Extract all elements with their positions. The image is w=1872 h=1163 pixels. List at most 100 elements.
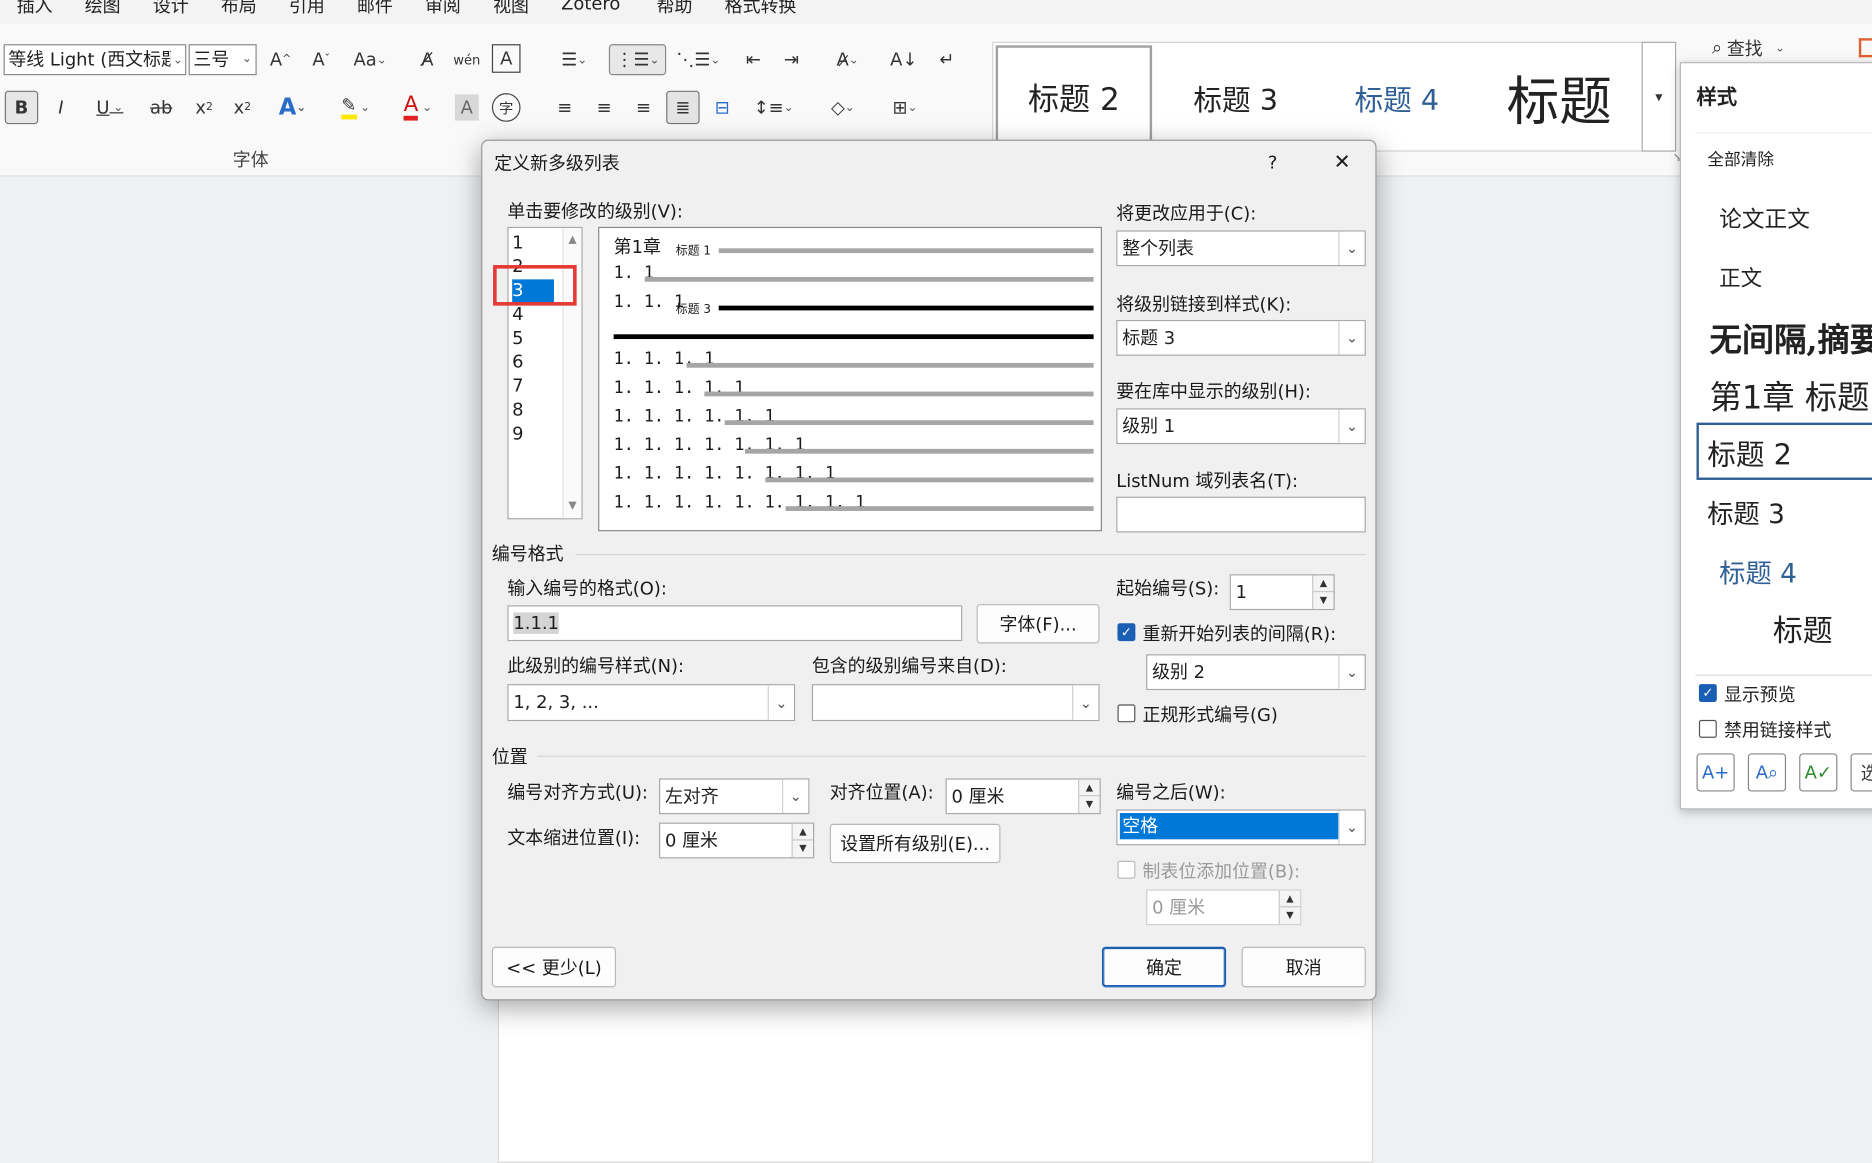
multilevel-list-icon[interactable]: ⋱☰ ⌄	[673, 44, 723, 75]
tab-stop-checkbox[interactable]	[1117, 860, 1136, 879]
restart-checkbox[interactable]: ✓	[1117, 623, 1136, 642]
subscript-button[interactable]: x2	[189, 92, 220, 123]
strikethrough-button[interactable]: ab	[146, 92, 177, 123]
chevron-down-icon[interactable]: ⌄	[1338, 655, 1365, 689]
ok-button[interactable]: 确定	[1101, 946, 1227, 988]
bullets-icon[interactable]: ☰ ⌄	[549, 44, 599, 75]
grow-font-icon[interactable]: A ^	[265, 44, 296, 75]
menu-draw[interactable]: 绘图	[85, 0, 121, 18]
show-preview-checkbox[interactable]: ✓	[1698, 684, 1717, 703]
char-border-icon[interactable]: A	[491, 44, 521, 73]
style-normal[interactable]: 正文	[1719, 261, 1762, 292]
listnum-input[interactable]	[1116, 496, 1366, 533]
level-item[interactable]: 9	[512, 423, 523, 444]
style-heading-1[interactable]: 第1章 标题	[1710, 371, 1870, 418]
menu-references[interactable]: 引用	[289, 0, 325, 18]
style-inspector-icon[interactable]: A⌕	[1747, 753, 1787, 792]
style-thesis-body[interactable]: 论文正文	[1719, 202, 1810, 234]
style-heading-3[interactable]: 标题 3	[1707, 493, 1785, 531]
close-icon[interactable]: ✕	[1334, 150, 1351, 174]
distributed-icon[interactable]: ⊟	[707, 92, 738, 123]
level-item[interactable]: 5	[512, 327, 523, 348]
spinner-arrows[interactable]: ▲ ▼	[1278, 890, 1301, 925]
align-dropdown[interactable]: 左对齐 ⌄	[659, 778, 810, 815]
chinese-layout-icon[interactable]: A̷ ⌄	[821, 44, 874, 75]
chevron-down-icon[interactable]: ⌄	[781, 779, 809, 814]
scroll-down-icon[interactable]: ▼	[564, 500, 582, 512]
bold-button[interactable]: B	[4, 90, 39, 125]
chevron-down-icon[interactable]: ⌄	[1338, 321, 1365, 355]
help-button[interactable]: ?	[1268, 152, 1278, 173]
level-item[interactable]: 1	[512, 232, 523, 253]
level-item[interactable]: 4	[512, 303, 523, 324]
align-left-icon[interactable]: ≡	[549, 92, 580, 123]
set-all-levels-button[interactable]: 设置所有级别(E)...	[829, 823, 1001, 864]
include-level-dropdown[interactable]: ⌄	[811, 684, 1100, 722]
menu-help[interactable]: 帮助	[657, 0, 693, 18]
font-size-dropdown[interactable]: 三号 ⌄	[188, 44, 257, 76]
spinner-arrows[interactable]: ▲ ▼	[1078, 779, 1100, 814]
align-right-icon[interactable]: ≡	[628, 92, 659, 123]
shading-icon[interactable]: ◇ ⌄	[817, 92, 870, 123]
disable-linked-checkbox[interactable]	[1698, 719, 1717, 738]
chevron-down-icon[interactable]: ⌄	[1338, 231, 1365, 266]
spinner-arrows[interactable]: ▲ ▼	[791, 823, 814, 858]
borders-icon[interactable]: ⊞ ⌄	[879, 92, 932, 123]
align-at-spinner[interactable]: 0 厘米 ▲ ▼	[945, 778, 1101, 815]
font-color-icon[interactable]: A ⌄	[392, 92, 445, 123]
font-name-dropdown[interactable]: 等线 Light (西文标题	[3, 44, 187, 76]
align-center-icon[interactable]: ≡	[589, 92, 620, 123]
menu-review[interactable]: 审阅	[425, 0, 461, 18]
gallery-title[interactable]: 标题	[1480, 45, 1638, 148]
phonetic-guide-icon[interactable]: wén	[451, 44, 482, 75]
level-item[interactable]: 7	[512, 375, 523, 396]
menu-layout[interactable]: 布局	[221, 0, 257, 18]
menu-view[interactable]: 视图	[493, 0, 529, 18]
highlight-icon[interactable]: ✎ ⌄	[330, 92, 383, 123]
indent-spinner[interactable]: 0 厘米 ▲ ▼	[659, 822, 815, 859]
justify-icon[interactable]: ≣	[666, 90, 700, 125]
gallery-heading-2[interactable]: 标题 2	[995, 45, 1153, 149]
chevron-down-icon[interactable]: ⌄	[767, 685, 794, 720]
increase-indent-icon[interactable]: ⇥	[776, 44, 807, 75]
link-style-dropdown[interactable]: 标题 3 ⌄	[1116, 319, 1366, 356]
scroll-up-icon[interactable]: ▲	[564, 234, 582, 246]
number-style-dropdown[interactable]: 1, 2, 3, ... ⌄	[507, 684, 796, 722]
apply-to-dropdown[interactable]: 整个列表 ⌄	[1116, 230, 1366, 267]
chevron-down-icon[interactable]: ⌄	[1338, 409, 1365, 443]
show-marks-icon[interactable]: ↵	[931, 44, 962, 75]
italic-button[interactable]: I	[45, 92, 76, 123]
style-heading-4[interactable]: 标题 4	[1719, 553, 1797, 591]
chevron-down-icon[interactable]: ⌄	[170, 48, 186, 71]
options-button[interactable]: 选	[1850, 753, 1872, 792]
text-effects-icon[interactable]: A ⌄	[267, 92, 317, 123]
format-input[interactable]: 1.1.1	[507, 605, 963, 642]
style-heading-2[interactable]: 标题 2	[1707, 431, 1792, 473]
ribbon-launcher-icon[interactable]: ↘	[1673, 152, 1683, 166]
decrease-indent-icon[interactable]: ⇤	[738, 44, 769, 75]
level-item[interactable]: 6	[512, 351, 523, 372]
restart-level-dropdown[interactable]: 级别 2 ⌄	[1146, 654, 1366, 691]
change-case-icon[interactable]: Aa ⌄	[346, 44, 394, 75]
clear-format-icon[interactable]: A̸	[412, 44, 443, 75]
gallery-heading-4[interactable]: 标题 4	[1319, 45, 1474, 148]
chevron-down-icon[interactable]: ⌄	[1072, 685, 1099, 720]
gallery-heading-3[interactable]: 标题 3	[1158, 45, 1313, 148]
tab-stop-spinner[interactable]: 0 厘米 ▲ ▼	[1146, 889, 1302, 926]
menu-mailings[interactable]: 邮件	[357, 0, 393, 18]
gallery-more-icon[interactable]: ▾	[1641, 41, 1677, 152]
cancel-button[interactable]: 取消	[1241, 946, 1366, 988]
numbering-icon[interactable]: ⋮☰ ⌄	[608, 44, 667, 76]
legal-numbering-checkbox[interactable]	[1117, 704, 1136, 723]
shrink-font-icon[interactable]: Aˇ	[306, 44, 337, 75]
level-item[interactable]: 8	[512, 399, 523, 420]
follow-number-dropdown[interactable]: 空格 ⌄	[1116, 809, 1366, 846]
manage-styles-icon[interactable]: A✓	[1799, 753, 1838, 792]
menu-format-convert[interactable]: 格式转换	[725, 0, 797, 18]
style-clear-all[interactable]: 全部清除	[1707, 147, 1774, 171]
spinner-arrows[interactable]: ▲ ▼	[1312, 575, 1334, 609]
less-button[interactable]: << 更少(L)	[491, 946, 617, 988]
style-title[interactable]: 标题	[1773, 608, 1833, 651]
find-button[interactable]: ⌕ 查找 ⌄	[1712, 33, 1819, 62]
menu-design[interactable]: 设计	[153, 0, 189, 18]
